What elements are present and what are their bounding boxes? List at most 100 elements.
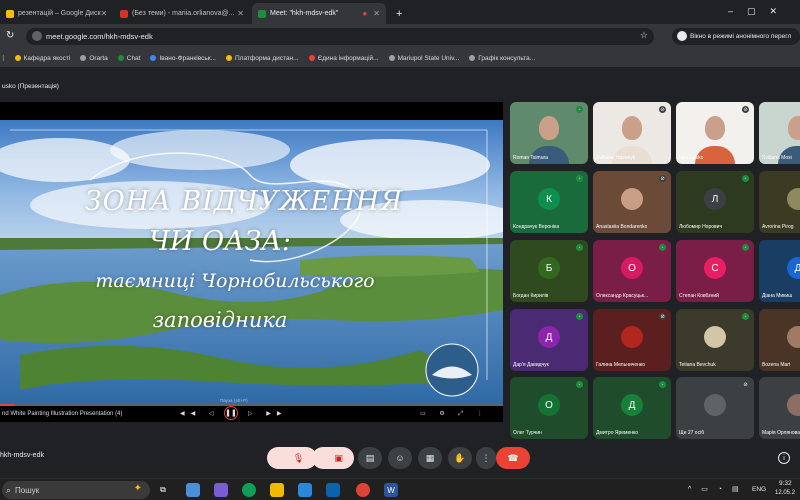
participant-tile[interactable]: ⊘ Галина Мельниченко bbox=[593, 309, 671, 371]
avatar bbox=[787, 326, 800, 348]
new-tab-button[interactable]: + bbox=[390, 3, 408, 24]
edge-icon[interactable] bbox=[242, 483, 256, 497]
window-controls[interactable]: –▢✕ bbox=[728, 6, 791, 17]
captions-button[interactable]: ▤ bbox=[358, 447, 382, 469]
mic-status-icon: ⊘ bbox=[742, 381, 749, 388]
raise-hand-button[interactable]: ✋ bbox=[448, 447, 472, 469]
bookmark-label: Mariupol State Univ... bbox=[397, 54, 460, 62]
mic-status-icon: ◦ bbox=[576, 175, 583, 182]
present-button[interactable]: ▦ bbox=[418, 447, 442, 469]
tab-mail[interactable]: (Без теми) - mariia.orlianova@... ✕ bbox=[114, 3, 250, 24]
bookmark-item[interactable]: Графік консульта... bbox=[469, 55, 535, 62]
tab-meet[interactable]: Meet: "hkh-mdsv-edk" ● ✕ bbox=[252, 3, 386, 24]
participant-name: Діана Микиш bbox=[762, 293, 793, 299]
player-buttons-right[interactable]: ▷ ▶▶ bbox=[248, 410, 288, 417]
task-view-icon[interactable]: ⧉ bbox=[156, 483, 170, 497]
store-icon[interactable] bbox=[298, 483, 312, 497]
meeting-code: hkh-mdsv-edk bbox=[0, 452, 44, 459]
chrome-icon[interactable] bbox=[356, 483, 370, 497]
bookmark-label: Графік консульта... bbox=[478, 54, 536, 62]
close-icon[interactable]: ✕ bbox=[373, 9, 380, 18]
globe-icon bbox=[388, 55, 395, 61]
info-icon[interactable]: i bbox=[778, 452, 790, 464]
participant-tile[interactable]: Б ◦ Богдан Кирилів bbox=[510, 240, 588, 302]
clock-date[interactable]: 12.05.2 bbox=[775, 490, 795, 496]
participant-tile[interactable]: ⊘ Svitlana Yatsenyk bbox=[593, 102, 671, 164]
avatar: О bbox=[538, 394, 560, 416]
tab-title: Meet: "hkh-mdsv-edk" bbox=[270, 10, 339, 17]
tab-google-drive[interactable]: резентацій – Google Диск ✕ bbox=[0, 3, 112, 24]
more-options-button[interactable]: ⋮ bbox=[476, 447, 496, 469]
emoji-button[interactable]: ☺ bbox=[388, 447, 412, 469]
participant-tile[interactable]: ⊘ Iulia Kusko bbox=[676, 102, 754, 164]
participant-tile[interactable]: ⊘Svitlana Mosi bbox=[759, 102, 800, 164]
participant-name: Ще 27 осіб bbox=[679, 430, 705, 436]
bookmark-item[interactable]: Івано-Франківськ... bbox=[150, 55, 216, 62]
tray-icons[interactable]: ^ ▭ ◔ ▤ bbox=[688, 485, 743, 493]
seek-track[interactable] bbox=[0, 404, 503, 406]
reload-icon[interactable]: ↻ bbox=[6, 30, 14, 41]
participant-tile[interactable]: ◦Bozena Mart bbox=[759, 309, 800, 371]
copilot-icon[interactable] bbox=[214, 483, 228, 497]
leave-call-button[interactable]: ☎ bbox=[496, 447, 530, 469]
language-indicator[interactable]: ENG bbox=[752, 486, 766, 493]
mic-status-icon: ◦ bbox=[659, 244, 666, 251]
site-info-icon[interactable] bbox=[32, 31, 42, 41]
participant-name: Tetiana Bevchuk bbox=[679, 362, 716, 368]
bookmark-item[interactable]: Mariupol State Univ... bbox=[388, 54, 460, 62]
star-icon[interactable]: ☆ bbox=[640, 30, 648, 41]
mic-status-icon: ◦ bbox=[742, 244, 749, 251]
close-icon[interactable]: ✕ bbox=[237, 9, 244, 18]
participant-tile[interactable]: К ◦ Кондрачук Вероніка bbox=[510, 171, 588, 233]
participant-tile[interactable]: Л ◦ Любомир Норович bbox=[676, 171, 754, 233]
apps-icon[interactable]: ⁝ bbox=[2, 54, 5, 63]
search-icon: ⌕ bbox=[6, 484, 12, 495]
presentation-area: ЗОНА ВІДЧУЖЕННЯ ЧИ ОАЗА: таємниці Чорноб… bbox=[0, 102, 503, 422]
address-bar-row: ↻ meet.google.com/hkh-mdsv-edk ☆ Вікно в… bbox=[0, 24, 800, 49]
taskbar-search[interactable]: ⌕ Пошук ✦ bbox=[2, 481, 150, 499]
clock-time[interactable]: 9:32 bbox=[779, 480, 792, 487]
address-bar[interactable]: meet.google.com/hkh-mdsv-edk ☆ bbox=[26, 28, 654, 45]
presentation-slide: ЗОНА ВІДЧУЖЕННЯ ЧИ ОАЗА: таємниці Чорноб… bbox=[0, 120, 503, 405]
chevron-up-icon[interactable]: ^ bbox=[323, 455, 326, 462]
participant-tile[interactable]: ◦ Tetiana Bevchuk bbox=[676, 309, 754, 371]
participant-tile[interactable]: О ◦ Олександр Красуцьк... bbox=[593, 240, 671, 302]
bookmark-item[interactable]: Єдина інформацій... bbox=[308, 55, 379, 62]
participant-tile[interactable]: ⊘Марія Орлянова bbox=[759, 377, 800, 439]
windows-taskbar: ⌕ Пошук ✦ ⧉ W ^ ▭ ◔ ▤ ENG 9:32 12.05.2 bbox=[0, 478, 800, 500]
incognito-indicator[interactable]: Вікно в режимі анонімного перегл bbox=[672, 28, 800, 45]
bookmark-item[interactable]: Платформа дистан... bbox=[225, 55, 299, 62]
more-vert-icon: ⋮ bbox=[481, 452, 491, 463]
player-settings-icons[interactable]: ▭ ⚙ ⤢ ⋮ bbox=[420, 410, 489, 418]
word-icon[interactable]: W bbox=[384, 483, 398, 497]
bookmark-item[interactable]: Кафедра якості bbox=[14, 55, 70, 62]
participant-tile[interactable]: Д ◦ Дмитро Яременко bbox=[593, 377, 671, 439]
participant-tile[interactable]: ⊘ Ще 27 осіб bbox=[676, 377, 754, 439]
participant-tile[interactable]: ◦Avrorina Pirog bbox=[759, 171, 800, 233]
mic-status-icon: ◦ bbox=[576, 106, 583, 113]
chevron-up-icon[interactable]: ^ bbox=[280, 455, 283, 462]
bookmarks-bar: ⁝ Кафедра якості Orarta Chat Івано-Франк… bbox=[0, 49, 800, 68]
microphone-button[interactable]: ^ 🎙 bbox=[267, 447, 317, 469]
participant-tile[interactable]: Д◦Діана Микиш bbox=[759, 240, 800, 302]
mail-app-icon[interactable] bbox=[326, 483, 340, 497]
widgets-icon[interactable] bbox=[186, 483, 200, 497]
avatar bbox=[704, 394, 726, 416]
avatar: С bbox=[704, 257, 726, 279]
camera-button[interactable]: ^ ▣ bbox=[312, 447, 354, 469]
avatar bbox=[704, 326, 726, 348]
participant-tile[interactable]: Д ◦ Дар'я Давидчук bbox=[510, 309, 588, 371]
participant-tile[interactable]: О ◦ Олег Турчин bbox=[510, 377, 588, 439]
file-explorer-icon[interactable] bbox=[270, 483, 284, 497]
participant-tile[interactable]: ⊘ Anastasiia Bondarenko bbox=[593, 171, 671, 233]
participant-name: Svitlana Yatsenyk bbox=[596, 155, 636, 161]
participant-tile[interactable]: ◦ Roman Tsimura bbox=[510, 102, 588, 164]
bookmark-item[interactable]: Orarta bbox=[80, 55, 108, 62]
close-icon[interactable]: ✕ bbox=[101, 9, 108, 18]
bookmark-item[interactable]: Chat bbox=[117, 54, 141, 62]
participant-tile[interactable]: С ◦ Степан Ковбзний bbox=[676, 240, 754, 302]
bookmark-label: Chat bbox=[126, 54, 141, 62]
mic-status-icon: ◦ bbox=[576, 313, 583, 320]
player-buttons[interactable]: ◀◀ ◁ bbox=[180, 410, 220, 417]
pause-button[interactable]: ❚❚ bbox=[224, 406, 238, 420]
